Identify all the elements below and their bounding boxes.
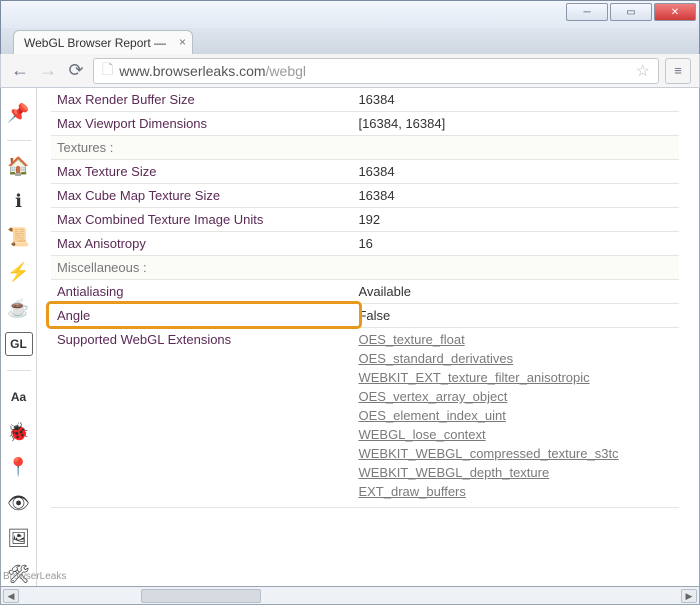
- debug-icon[interactable]: 🐞: [5, 420, 33, 444]
- extension-link[interactable]: OES_standard_derivatives: [358, 351, 673, 366]
- row-value: False: [352, 304, 679, 328]
- row-value: 16384: [352, 160, 679, 184]
- flash-icon[interactable]: ⚡: [5, 261, 33, 285]
- row-value: [16384, 16384]: [352, 112, 679, 136]
- url-doc-icon: 🗋: [102, 59, 113, 83]
- url-host: www.browserleaks.com: [119, 63, 265, 79]
- row-value: OES_texture_float OES_standard_derivative…: [352, 328, 679, 508]
- row-value: 192: [352, 208, 679, 232]
- window-close-button[interactable]: ✕: [654, 3, 696, 21]
- fonts-icon[interactable]: Aa: [5, 385, 33, 409]
- extension-link[interactable]: EXT_draw_buffers: [358, 484, 673, 499]
- table-row: Max Cube Map Texture Size16384: [51, 184, 679, 208]
- window-titlebar: ─ ▭ ✕: [0, 0, 700, 28]
- row-label: Max Combined Texture Image Units: [51, 208, 352, 232]
- section-heading: Textures :: [51, 136, 679, 160]
- brand-label: BrowserLeaks: [3, 571, 66, 582]
- row-value: 16384: [352, 88, 679, 112]
- table-row: Max Viewport Dimensions[16384, 16384]: [51, 112, 679, 136]
- extension-link[interactable]: WEBKIT_EXT_texture_filter_anisotropic: [358, 370, 673, 385]
- scroll-left-arrow[interactable]: ◀: [3, 589, 19, 603]
- webgl-icon[interactable]: GL: [5, 332, 33, 356]
- address-bar[interactable]: 🗋 www.browserleaks.com/webgl ☆: [93, 58, 659, 84]
- extension-link[interactable]: OES_element_index_uint: [358, 408, 673, 423]
- extension-link[interactable]: OES_vertex_array_object: [358, 389, 673, 404]
- row-value: Available: [352, 280, 679, 304]
- row-label: Antialiasing: [51, 280, 352, 304]
- extension-link[interactable]: WEBKIT_WEBGL_compressed_texture_s3tc: [358, 446, 673, 461]
- window-maximize-button[interactable]: ▭: [610, 3, 652, 21]
- geo-icon[interactable]: 📍: [5, 456, 33, 480]
- window-minimize-button[interactable]: ─: [566, 3, 608, 21]
- scroll-thumb[interactable]: [141, 589, 261, 603]
- sidebar-separator: [7, 140, 31, 141]
- page-viewport: 📌🏠ℹ📜⚡☕GLAa🐞📍👁🖼🛠 Max Render Buffer Size16…: [0, 88, 700, 587]
- pin-icon[interactable]: 📌: [5, 102, 33, 126]
- row-value: 16: [352, 232, 679, 256]
- report-panel: Max Render Buffer Size16384Max Viewport …: [37, 88, 699, 586]
- image-icon[interactable]: 🖼: [5, 527, 33, 551]
- tab-strip: WebGL Browser Report — ×: [0, 28, 700, 54]
- table-row: AngleFalse: [51, 304, 679, 328]
- reload-button[interactable]: ⟳: [65, 60, 87, 82]
- back-button[interactable]: ←: [9, 60, 31, 82]
- row-label: Max Viewport Dimensions: [51, 112, 352, 136]
- table-row: Max Anisotropy16: [51, 232, 679, 256]
- table-row: Supported WebGL ExtensionsOES_texture_fl…: [51, 328, 679, 508]
- extension-link[interactable]: OES_texture_float: [358, 332, 673, 347]
- info-icon[interactable]: ℹ: [5, 190, 33, 214]
- eye-icon[interactable]: 👁: [5, 491, 33, 515]
- scroll-right-arrow[interactable]: ▶: [681, 589, 697, 603]
- tab-title: WebGL Browser Report —: [24, 36, 166, 50]
- table-row: Max Combined Texture Image Units192: [51, 208, 679, 232]
- script-icon[interactable]: 📜: [5, 226, 33, 250]
- table-row: Max Render Buffer Size16384: [51, 88, 679, 112]
- section-heading: Miscellaneous :: [51, 256, 679, 280]
- row-label: Max Anisotropy: [51, 232, 352, 256]
- row-label: Angle: [51, 304, 352, 328]
- table-row: AntialiasingAvailable: [51, 280, 679, 304]
- row-label: Max Render Buffer Size: [51, 88, 352, 112]
- horizontal-scrollbar[interactable]: ◀ ▶: [0, 587, 700, 605]
- forward-button[interactable]: →: [37, 60, 59, 82]
- row-label: Max Texture Size: [51, 160, 352, 184]
- row-value: 16384: [352, 184, 679, 208]
- tab-close-icon[interactable]: ×: [179, 35, 186, 49]
- browser-toolbar: ← → ⟳ 🗋 www.browserleaks.com/webgl ☆ ≡: [0, 54, 700, 88]
- report-table: Max Render Buffer Size16384Max Viewport …: [51, 88, 679, 508]
- extension-link[interactable]: WEBGL_lose_context: [358, 427, 673, 442]
- home-icon[interactable]: 🏠: [5, 155, 33, 179]
- browser-tab[interactable]: WebGL Browser Report — ×: [13, 30, 193, 54]
- table-row: Max Texture Size16384: [51, 160, 679, 184]
- chrome-menu-button[interactable]: ≡: [665, 58, 691, 84]
- site-sidebar: 📌🏠ℹ📜⚡☕GLAa🐞📍👁🖼🛠: [1, 88, 37, 586]
- row-label: Supported WebGL Extensions: [51, 328, 352, 508]
- java-icon[interactable]: ☕: [5, 297, 33, 321]
- sidebar-separator: [7, 370, 31, 371]
- extension-link[interactable]: WEBKIT_WEBGL_depth_texture: [358, 465, 673, 480]
- url-path: /webgl: [266, 63, 306, 79]
- bookmark-star-icon[interactable]: ☆: [636, 61, 650, 81]
- row-label: Max Cube Map Texture Size: [51, 184, 352, 208]
